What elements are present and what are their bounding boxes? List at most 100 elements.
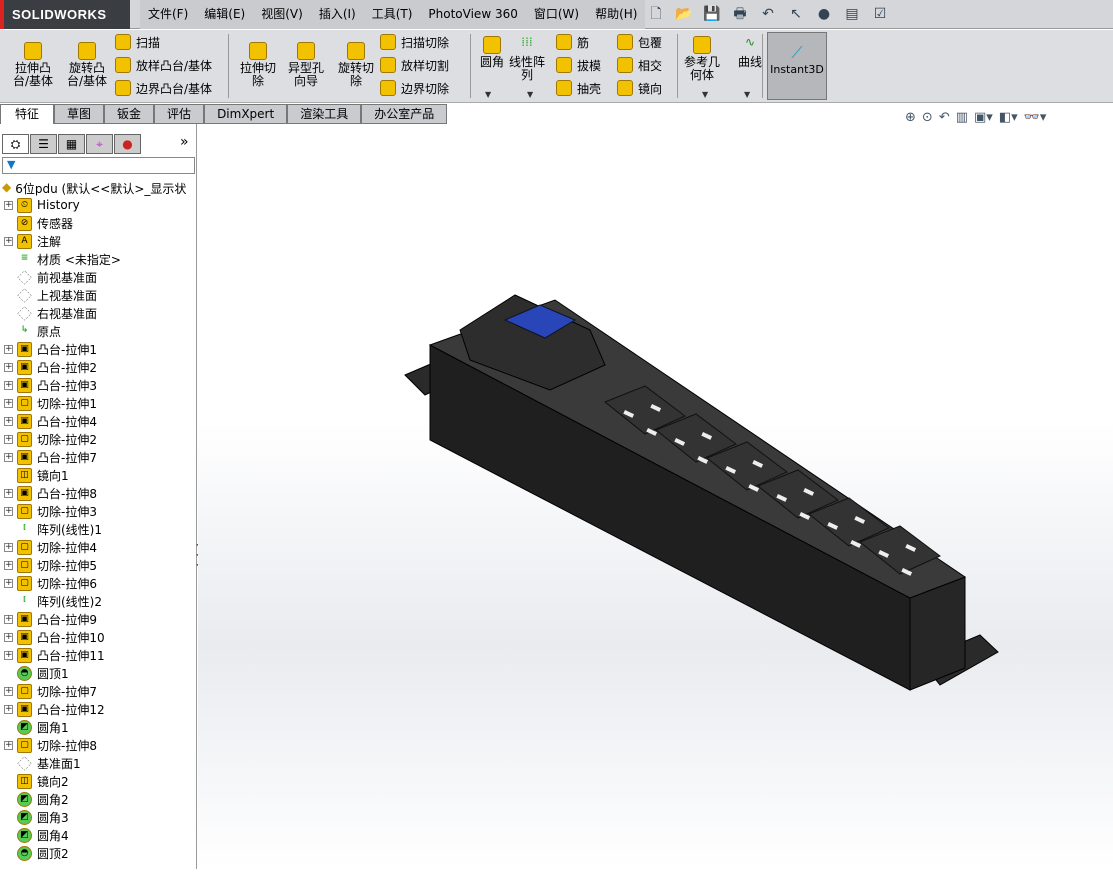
menu-7[interactable]: 帮助(H) [587, 0, 645, 29]
ribbon-item-small3-1[interactable]: 拔模 [556, 56, 601, 74]
hide-show-icon[interactable]: 👓▾ [1024, 110, 1047, 125]
ribbon-button-5[interactable]: 圆角 [472, 36, 512, 69]
ribbon-button-6[interactable]: ⁞⁞⁞ 线性阵 列 [507, 36, 547, 82]
display-style-icon[interactable]: ◧▾ [999, 110, 1018, 125]
undo-icon[interactable]: ↶ [757, 4, 779, 24]
tab-6[interactable]: 办公室产品 [361, 104, 448, 124]
tab-0[interactable]: 特征 [0, 104, 55, 124]
tree-item[interactable]: + ▣ 凸台-拉伸12 [4, 700, 196, 718]
ribbon-button-7[interactable]: 参考几 何体 [682, 36, 722, 82]
expand-icon[interactable]: + [4, 452, 13, 462]
tree-item[interactable]: ◓ 圆顶2 [4, 844, 196, 862]
save-icon[interactable]: 💾 [701, 4, 723, 24]
tree-item[interactable]: ◫ 镜向1 [4, 466, 196, 484]
previous-view-icon[interactable]: ↶ [939, 110, 950, 125]
tree-item[interactable]: + ▣ 凸台-拉伸3 [4, 376, 196, 394]
expand-icon[interactable]: + [4, 344, 13, 354]
expand-icon[interactable]: + [4, 362, 13, 372]
dropdown-arrow[interactable]: ▼ [527, 90, 533, 99]
new-icon[interactable]: 🗋 [645, 4, 667, 24]
tree-item[interactable]: + ▢ 切除-拉伸3 [4, 502, 196, 520]
tree-item[interactable]: ◫ 镜向2 [4, 772, 196, 790]
expand-icon[interactable]: + [4, 380, 13, 390]
tree-item[interactable]: 右视基准面 [4, 304, 196, 322]
ribbon-item-small3-2[interactable]: 抽壳 [556, 79, 601, 97]
tree-item[interactable]: + ⏲ History [4, 196, 196, 214]
expand-icon[interactable]: + [4, 578, 13, 588]
tree-item[interactable]: ⁞ 阵列(线性)2 [4, 592, 196, 610]
tab-4[interactable]: DimXpert [204, 104, 288, 124]
expand-icon[interactable]: + [4, 560, 13, 570]
menu-3[interactable]: 插入(I) [311, 0, 364, 29]
tree-item[interactable]: + ▣ 凸台-拉伸7 [4, 448, 196, 466]
expand-icon[interactable]: + [4, 614, 13, 624]
expand-icon[interactable]: + [4, 200, 13, 210]
ribbon-item-small2-1[interactable]: 放样切割 [380, 56, 449, 74]
menu-0[interactable]: 文件(F) [140, 0, 196, 29]
tree-item[interactable]: + ▣ 凸台-拉伸1 [4, 340, 196, 358]
ribbon-button-8[interactable]: ∿ 曲线 [730, 36, 770, 69]
options-icon[interactable]: ☑ [869, 4, 891, 24]
tree-item[interactable]: 基准面1 [4, 754, 196, 772]
menu-5[interactable]: PhotoView 360 [420, 0, 525, 29]
expand-panel-button[interactable]: » [180, 134, 189, 150]
menu-6[interactable]: 窗口(W) [526, 0, 587, 29]
ribbon-button-1[interactable]: 旋转凸 台/基体 [62, 42, 112, 88]
tab-2[interactable]: 钣金 [104, 104, 155, 124]
tree-item[interactable]: + ▣ 凸台-拉伸8 [4, 484, 196, 502]
tree-item[interactable]: ◩ 圆角4 [4, 826, 196, 844]
dimxpert-manager-tab[interactable]: ⌖ [86, 134, 113, 154]
open-icon[interactable]: 📂 [673, 4, 695, 24]
expand-icon[interactable]: + [4, 416, 13, 426]
instant3d-button[interactable]: ⟋ Instant3D [767, 32, 827, 100]
ribbon-item-small4-1[interactable]: 相交 [617, 56, 662, 74]
zoom-to-fit-icon[interactable]: ⊕ [905, 110, 916, 125]
expand-icon[interactable]: + [4, 542, 13, 552]
property-manager-tab[interactable]: ☰ [30, 134, 57, 154]
ribbon-item-small4-0[interactable]: 包覆 [617, 33, 662, 51]
tree-item[interactable]: ⁞ 阵列(线性)1 [4, 520, 196, 538]
tree-item[interactable]: ≡ 材质 <未指定> [4, 250, 196, 268]
menu-1[interactable]: 编辑(E) [196, 0, 253, 29]
ribbon-item-small1-0[interactable]: 扫描 [115, 33, 160, 51]
graphics-area[interactable] [198, 124, 1113, 869]
part-root[interactable]: ◆ 6位pdu (默认<<默认>_显示状 [2, 180, 195, 197]
ribbon-item-small1-1[interactable]: 放样凸台/基体 [115, 56, 212, 74]
tree-item[interactable]: + ▣ 凸台-拉伸2 [4, 358, 196, 376]
menu-4[interactable]: 工具(T) [364, 0, 421, 29]
tree-item[interactable]: ◩ 圆角2 [4, 790, 196, 808]
tree-item[interactable]: + ▢ 切除-拉伸5 [4, 556, 196, 574]
dropdown-arrow[interactable]: ▼ [744, 90, 750, 99]
ribbon-item-small2-0[interactable]: 扫描切除 [380, 33, 449, 51]
tree-item[interactable]: + ▢ 切除-拉伸2 [4, 430, 196, 448]
ribbon-button-2[interactable]: 拉伸切 除 [233, 42, 283, 88]
ribbon-button-4[interactable]: 旋转切 除 [331, 42, 381, 88]
ribbon-item-small2-2[interactable]: 边界切除 [380, 79, 449, 97]
tree-item[interactable]: + ▣ 凸台-拉伸11 [4, 646, 196, 664]
tab-3[interactable]: 评估 [154, 104, 205, 124]
tree-item[interactable]: 上视基准面 [4, 286, 196, 304]
display-manager-tab[interactable]: ● [114, 134, 141, 154]
tab-1[interactable]: 草图 [54, 104, 105, 124]
dropdown-arrow[interactable]: ▼ [485, 90, 491, 99]
configuration-manager-tab[interactable]: ▦ [58, 134, 85, 154]
tree-item[interactable]: ◩ 圆角3 [4, 808, 196, 826]
tree-item[interactable]: + ▢ 切除-拉伸4 [4, 538, 196, 556]
view-orientation-icon[interactable]: ▣▾ [974, 110, 993, 125]
tree-item[interactable]: + A 注解 [4, 232, 196, 250]
tree-item[interactable]: ↳ 原点 [4, 322, 196, 340]
tree-item[interactable]: + ▣ 凸台-拉伸9 [4, 610, 196, 628]
ribbon-item-small3-0[interactable]: 筋 [556, 33, 589, 51]
expand-icon[interactable]: + [4, 632, 13, 642]
menu-2[interactable]: 视图(V) [253, 0, 311, 29]
expand-icon[interactable]: + [4, 488, 13, 498]
tab-5[interactable]: 渲染工具 [287, 104, 362, 124]
expand-icon[interactable]: + [4, 686, 13, 696]
tree-item[interactable]: + ▣ 凸台-拉伸4 [4, 412, 196, 430]
ribbon-item-small1-2[interactable]: 边界凸台/基体 [115, 79, 212, 97]
tree-item[interactable]: ◩ 圆角1 [4, 718, 196, 736]
ribbon-button-3[interactable]: 异型孔 向导 [281, 42, 331, 88]
tree-item[interactable]: + ▢ 切除-拉伸6 [4, 574, 196, 592]
tree-item[interactable]: 前视基准面 [4, 268, 196, 286]
file-properties-icon[interactable]: ▤ [841, 4, 863, 24]
